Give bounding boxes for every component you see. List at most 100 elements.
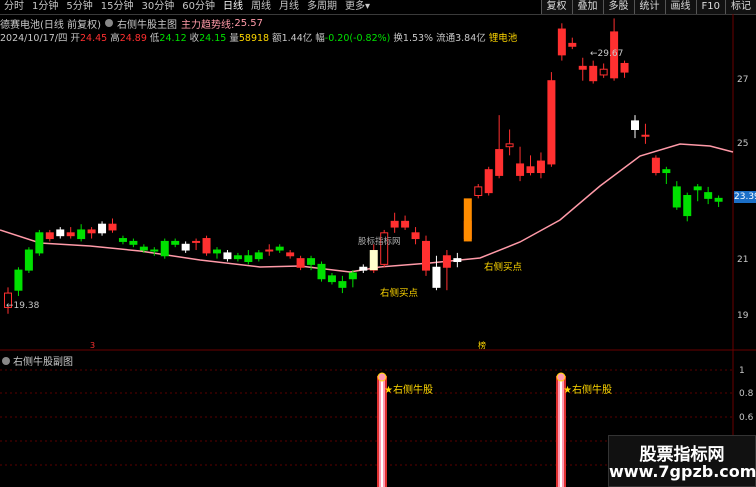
volume-value: 58918 <box>238 33 270 44</box>
candle-body <box>98 223 107 234</box>
y-tick-19: 19 <box>737 311 749 321</box>
candle-body <box>610 31 619 79</box>
statistics-button[interactable]: 统计 <box>633 0 665 14</box>
trend-value: 25.57 <box>234 17 263 29</box>
candle-body <box>390 220 399 228</box>
candle-body <box>526 166 535 174</box>
candle-body <box>401 220 410 228</box>
candle-body <box>213 249 221 254</box>
tab-1min[interactable]: 1分钟 <box>28 0 62 14</box>
high-value: 24.89 <box>119 33 147 44</box>
candlestick-chart[interactable]: 27 25 21 19 ←29.67 ←19.38 右侧买点 右侧买点 股标指标… <box>0 0 756 487</box>
candle-body <box>150 249 159 252</box>
candle-body <box>463 220 472 240</box>
current-price-tag: 23.39 <box>734 191 756 203</box>
candle-body <box>505 143 514 148</box>
volume-label: 量 <box>229 33 239 44</box>
watermark-url: www.7gpzb.com <box>609 462 756 481</box>
candle-body <box>516 163 525 176</box>
candle-body <box>108 223 117 231</box>
change-label: 幅 <box>315 33 325 44</box>
event-marker-left: 3 <box>90 341 95 350</box>
candle-body <box>432 266 441 288</box>
low-label: 低 <box>149 33 160 44</box>
concept-tag[interactable]: 锂电池 <box>489 30 518 44</box>
mark-button[interactable]: 标记 <box>725 0 756 14</box>
tab-5min[interactable]: 5分钟 <box>62 0 96 14</box>
quote-date: 2024/10/17/四 <box>0 33 68 44</box>
f10-button[interactable]: F10 <box>695 0 725 14</box>
draw-line-button[interactable]: 画线 <box>664 0 696 14</box>
tab-15min[interactable]: 15分钟 <box>97 0 138 14</box>
signal-bar-outer-1 <box>377 376 387 487</box>
candle-body <box>233 255 242 260</box>
close-label: 收 <box>189 33 200 44</box>
signal-bars <box>369 198 472 271</box>
candle-body <box>139 246 148 251</box>
chevron-down-icon: ▾ <box>364 1 370 12</box>
tab-multi-period[interactable]: 多周期 <box>303 0 341 14</box>
settings-circle-icon[interactable] <box>104 19 113 27</box>
candle-body <box>714 197 723 202</box>
amount-label: 额 <box>272 33 282 44</box>
tab-weekly[interactable]: 周线 <box>247 0 275 14</box>
buy-point-label-2: 右侧买点 <box>484 261 523 273</box>
tab-more[interactable]: 更多▾ <box>341 0 374 14</box>
candle-body <box>557 28 566 56</box>
sub-y-axis: 1 0.8 0.6 <box>739 366 754 423</box>
change-value: -0.20(-0.82%) <box>324 33 391 44</box>
candle-body <box>35 232 44 254</box>
overlay-button[interactable]: 叠加 <box>571 0 603 14</box>
candle-body <box>442 255 451 268</box>
candle-body <box>56 229 65 237</box>
tab-daily[interactable]: 日线 <box>219 0 247 14</box>
candle-body <box>704 192 713 199</box>
candle-body <box>338 281 347 288</box>
sub-y-tick-08: 0.8 <box>739 389 754 399</box>
y-tick-25: 25 <box>737 139 748 149</box>
toolbar-right-buttons: 复权 叠加 多股 统计 画线 F10 标记 <box>540 0 756 14</box>
adjust-button[interactable]: 复权 <box>540 0 572 14</box>
candle-body <box>118 238 127 242</box>
candle-body <box>181 243 190 251</box>
multi-stock-button[interactable]: 多股 <box>602 0 634 14</box>
candle-body <box>369 266 378 271</box>
site-watermark: 股票指标网 www.7gpzb.com <box>608 435 756 487</box>
sub-signal-1: ★右侧牛股 <box>377 372 433 487</box>
candle-body <box>192 240 201 243</box>
tab-60min[interactable]: 60分钟 <box>178 0 219 14</box>
sub-signal-2: ★右侧牛股 <box>556 372 612 487</box>
amount-value: 1.44亿 <box>281 33 313 44</box>
candle-body <box>171 240 180 245</box>
candle-body <box>547 80 556 165</box>
candle-body <box>254 252 263 260</box>
candle-body <box>641 134 650 137</box>
chart-watermark: 股标指标网 <box>358 236 401 247</box>
candle-body <box>202 238 211 254</box>
candle-body <box>380 232 389 265</box>
candle-body <box>651 157 660 174</box>
signal-bar-core-1 <box>381 376 383 487</box>
sub-chart-header: 右侧牛股副图 <box>2 353 73 368</box>
trend-label: 主力趋势线: <box>180 19 235 31</box>
candle-body <box>589 65 598 82</box>
signal-dot-1 <box>377 372 387 382</box>
indicator-name[interactable]: 右侧牛股主图 <box>117 16 177 31</box>
sub-y-tick-06: 0.6 <box>739 413 754 423</box>
candle-body <box>45 232 54 240</box>
candle-body <box>474 186 483 196</box>
tab-fenshi[interactable]: 分时 <box>0 0 28 14</box>
tab-monthly[interactable]: 月线 <box>275 0 303 14</box>
signal-label-2: ★右侧牛股 <box>563 383 612 396</box>
candle-body <box>24 249 33 271</box>
candle-body <box>484 169 493 194</box>
candle-body <box>4 292 12 308</box>
candle-body <box>672 186 681 208</box>
sub-indicator-name[interactable]: 右侧牛股副图 <box>13 353 73 368</box>
trend-line <box>0 143 734 273</box>
candle-body <box>359 266 368 271</box>
tab-30min[interactable]: 30分钟 <box>137 0 178 14</box>
settings-circle-icon[interactable] <box>2 356 10 365</box>
candle-body <box>265 249 274 252</box>
candle-body <box>307 258 316 265</box>
